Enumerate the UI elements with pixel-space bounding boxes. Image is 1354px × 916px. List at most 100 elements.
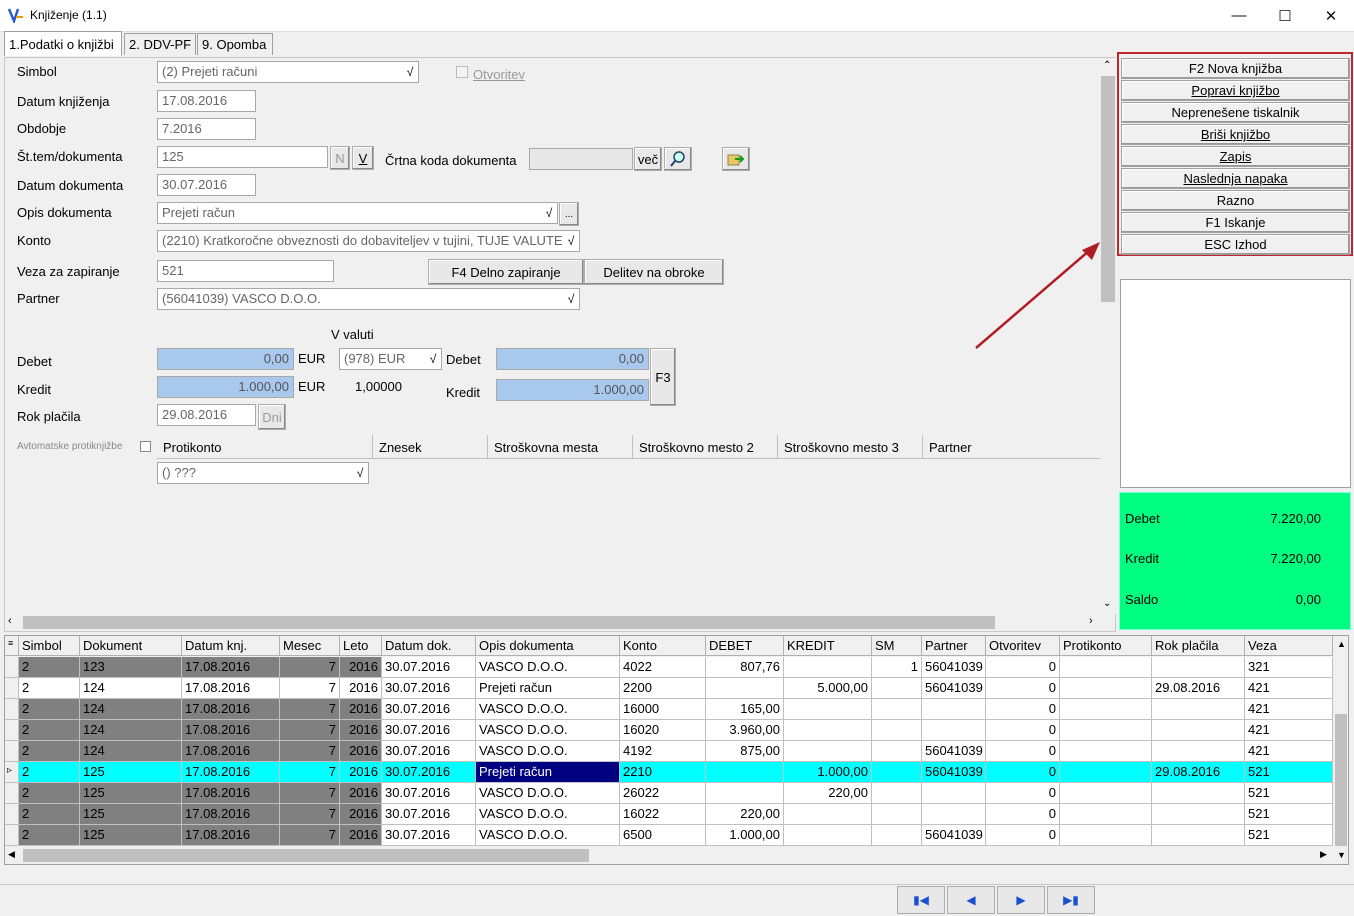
grid-cell[interactable]: 2016	[340, 657, 382, 678]
grid-cell[interactable]	[784, 804, 872, 825]
grid-hscroll-thumb[interactable]	[23, 849, 589, 862]
grid-cell[interactable]: 521	[1245, 762, 1333, 783]
nova-knjizba-button[interactable]: F2 Nova knjižba	[1121, 58, 1350, 79]
journal-grid[interactable]: ≡ Simbol Dokument Datum knj. Mesec Leto Datum …	[4, 635, 1349, 865]
grid-cell[interactable]: 7	[280, 699, 340, 720]
kredit-valuta-field[interactable]: 1.000,00	[496, 379, 649, 401]
grid-cell[interactable]: 807,76	[706, 657, 784, 678]
crtna-koda-field[interactable]	[529, 148, 633, 170]
check-dropdown-icon[interactable]: √	[542, 204, 556, 222]
row-indicator[interactable]	[5, 783, 19, 804]
row-indicator[interactable]	[5, 678, 19, 699]
scroll-down-icon[interactable]: ⌄	[1103, 598, 1111, 609]
grid-cell[interactable]: 7	[280, 657, 340, 678]
grid-cell[interactable]: 875,00	[706, 741, 784, 762]
grid-cell[interactable]	[1060, 657, 1152, 678]
grid-cell[interactable]: 125	[80, 825, 182, 846]
tab-ddv-pf[interactable]: 2. DDV-PF	[124, 33, 196, 55]
grid-cell[interactable]: 30.07.2016	[382, 804, 476, 825]
grid-cell[interactable]: 30.07.2016	[382, 720, 476, 741]
brisi-knjizbo-button[interactable]: Briši knjižbo	[1121, 124, 1350, 145]
grid-cell[interactable]	[872, 678, 922, 699]
grid-cell[interactable]	[1152, 657, 1245, 678]
grid-cell[interactable]	[706, 783, 784, 804]
minimize-icon[interactable]: —	[1216, 0, 1262, 31]
grid-cell[interactable]: 123	[80, 657, 182, 678]
grid-cell[interactable]: 2210	[620, 762, 706, 783]
grid-cell[interactable]	[1152, 720, 1245, 741]
grid-cell[interactable]: 7	[280, 741, 340, 762]
grid-cell[interactable]: 56041039	[922, 657, 986, 678]
grid-cell[interactable]: 26022	[620, 783, 706, 804]
grid-cell[interactable]: 17.08.2016	[182, 804, 280, 825]
razno-button[interactable]: Razno	[1121, 190, 1350, 211]
grid-cell[interactable]	[1152, 741, 1245, 762]
grid-cell[interactable]: 30.07.2016	[382, 783, 476, 804]
grid-cell[interactable]: 2	[19, 783, 80, 804]
grid-cell[interactable]: 2016	[340, 720, 382, 741]
grid-cell[interactable]: 56041039	[922, 762, 986, 783]
check-dropdown-icon[interactable]: √	[426, 350, 440, 368]
tab-podatki[interactable]: 1.Podatki o knjižbi	[4, 31, 122, 56]
grid-cell[interactable]	[706, 678, 784, 699]
obdobje-field[interactable]: 7.2016	[157, 118, 256, 140]
grid-cell[interactable]: 16022	[620, 804, 706, 825]
veza-field[interactable]: 521	[157, 260, 334, 282]
row-indicator[interactable]	[5, 699, 19, 720]
grid-cell[interactable]: 125	[80, 804, 182, 825]
n-button[interactable]: N	[330, 146, 350, 170]
konto-select[interactable]: (2210) Kratkoročne obveznosti do dobavit…	[157, 230, 580, 252]
delitev-obroke-button[interactable]: Delitev na obroke	[584, 259, 724, 285]
grid-cell[interactable]: 521	[1245, 783, 1333, 804]
grid-cell[interactable]	[1060, 699, 1152, 720]
grid-cell[interactable]: 2	[19, 804, 80, 825]
prev-record-icon[interactable]: ◀	[947, 886, 995, 914]
scroll-left-icon[interactable]: ‹	[8, 615, 12, 627]
grid-cell[interactable]: VASCO D.O.O.	[476, 783, 620, 804]
row-indicator[interactable]	[5, 741, 19, 762]
grid-header-11[interactable]: Partner	[922, 636, 986, 656]
grid-cell[interactable]	[1060, 762, 1152, 783]
grid-cell[interactable]: 2016	[340, 678, 382, 699]
export-icon[interactable]	[722, 147, 750, 171]
grid-header-5[interactable]: Datum dok.	[382, 636, 476, 656]
grid-cell[interactable]: 30.07.2016	[382, 678, 476, 699]
grid-cell[interactable]: 421	[1245, 720, 1333, 741]
grid-cell[interactable]: 220,00	[706, 804, 784, 825]
grid-cell[interactable]	[922, 720, 986, 741]
grid-scroll-right-icon[interactable]: ▶	[1320, 849, 1327, 860]
naslednja-napaka-button[interactable]: Naslednja napaka	[1121, 168, 1350, 189]
grid-cell[interactable]	[872, 699, 922, 720]
grid-cell[interactable]: 16020	[620, 720, 706, 741]
last-record-icon[interactable]: ▶▮	[1047, 886, 1095, 914]
grid-cell[interactable]: 17.08.2016	[182, 699, 280, 720]
grid-cell[interactable]: 2016	[340, 825, 382, 846]
grid-cell[interactable]	[706, 762, 784, 783]
grid-header-10[interactable]: SM	[872, 636, 922, 656]
grid-cell[interactable]: 17.08.2016	[182, 762, 280, 783]
grid-cell[interactable]: 125	[80, 783, 182, 804]
grid-cell[interactable]: 2	[19, 825, 80, 846]
grid-cell[interactable]: 0	[986, 783, 1060, 804]
grid-cell[interactable]: 125	[80, 762, 182, 783]
grid-scroll-thumb[interactable]	[1335, 714, 1347, 846]
grid-cell[interactable]: 16000	[620, 699, 706, 720]
grid-cell[interactable]: 56041039	[922, 741, 986, 762]
grid-cell[interactable]	[1060, 720, 1152, 741]
grid-scroll-down-icon[interactable]: ▼	[1337, 850, 1346, 860]
grid-cell[interactable]: 0	[986, 720, 1060, 741]
grid-cell[interactable]: 30.07.2016	[382, 699, 476, 720]
grid-header-14[interactable]: Rok plačila	[1152, 636, 1245, 656]
hscroll-thumb[interactable]	[23, 616, 995, 629]
grid-cell[interactable]	[1060, 678, 1152, 699]
grid-header-8[interactable]: DEBET	[706, 636, 784, 656]
grid-cell[interactable]: 1	[872, 657, 922, 678]
grid-cell[interactable]: 1.000,00	[784, 762, 872, 783]
f3-button[interactable]: F3	[650, 348, 676, 406]
grid-cell[interactable]	[1060, 783, 1152, 804]
row-indicator[interactable]	[5, 825, 19, 846]
grid-cell[interactable]: 0	[986, 825, 1060, 846]
grid-cell[interactable]: 56041039	[922, 825, 986, 846]
v-button[interactable]: V	[352, 146, 374, 170]
grid-cell[interactable]: Prejeti račun	[476, 762, 620, 783]
